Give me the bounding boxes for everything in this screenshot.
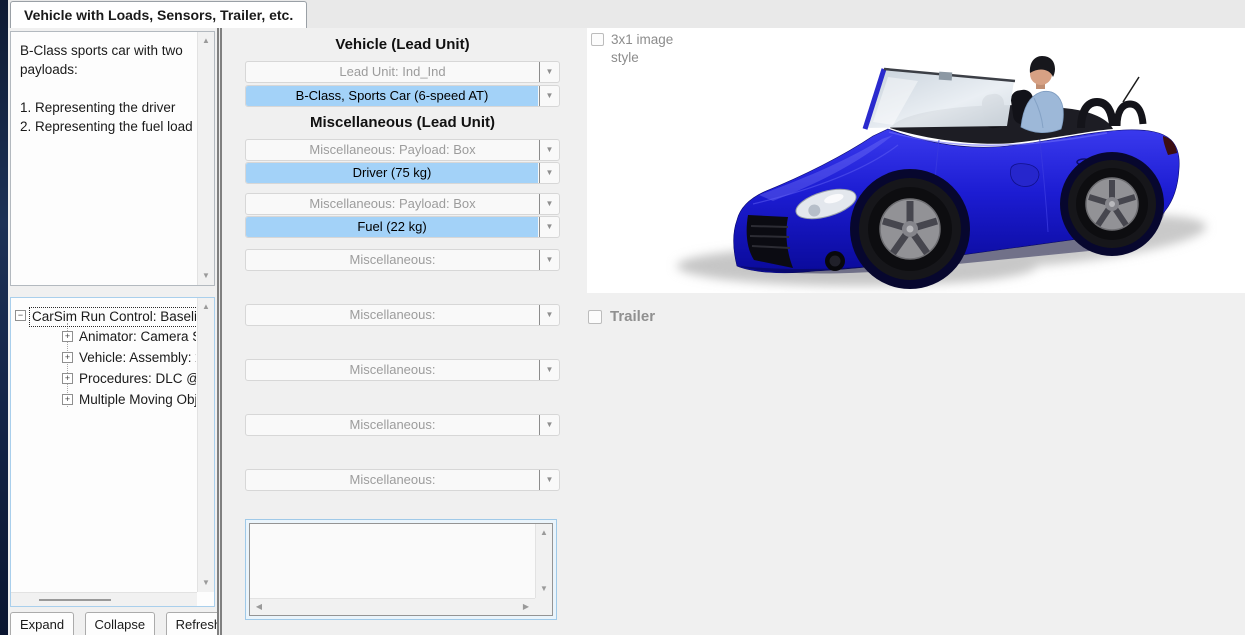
note-line: payloads: <box>20 60 192 79</box>
run-control-tree-panel[interactable]: − CarSim Run Control: Baseli + Animator:… <box>10 297 215 607</box>
field-misc2-fuel[interactable]: Fuel (22 kg) ▼ <box>245 216 560 238</box>
dropdown-arrow-icon[interactable]: ▼ <box>540 415 559 435</box>
field-misc5[interactable]: Miscellaneous: ▼ <box>245 359 560 381</box>
scroll-down-icon[interactable]: ▼ <box>198 575 214 591</box>
field-misc6[interactable]: Miscellaneous: ▼ <box>245 414 560 436</box>
tree-scrollbar-horizontal[interactable] <box>11 592 197 606</box>
memo-scrollbar-vertical[interactable]: ▲ ▼ <box>535 524 552 598</box>
column-splitter[interactable] <box>217 28 222 635</box>
scroll-down-icon[interactable]: ▼ <box>536 581 552 597</box>
field-value: Miscellaneous: <box>246 470 539 490</box>
memo-box-focus-frame: ▲ ▼ ◀ ▶ <box>245 519 557 620</box>
expand-button[interactable]: Expand <box>10 612 74 635</box>
tab-vehicle-screen[interactable]: Vehicle with Loads, Sensors, Trailer, et… <box>10 1 307 28</box>
note-line: 2. Representing the fuel load <box>20 117 192 136</box>
notes-scrollbar[interactable]: ▲ ▼ <box>197 32 214 285</box>
memo-textarea[interactable]: ▲ ▼ ◀ ▶ <box>249 523 553 616</box>
field-lead-unit[interactable]: Lead Unit: Ind_Ind ▼ <box>245 61 560 83</box>
field-value: Lead Unit: Ind_Ind <box>246 62 539 82</box>
field-value: Miscellaneous: <box>246 250 539 270</box>
note-line: B-Class sports car with two <box>20 41 192 60</box>
dropdown-arrow-icon[interactable]: ▼ <box>540 140 559 160</box>
field-misc2-category[interactable]: Miscellaneous: Payload: Box ▼ <box>245 193 560 215</box>
refresh-button[interactable]: Refresh <box>166 612 219 635</box>
dropdown-arrow-icon[interactable]: ▼ <box>540 62 559 82</box>
field-value: Driver (75 kg) <box>246 163 538 183</box>
dropdown-arrow-icon[interactable]: ▼ <box>540 86 559 106</box>
misc-section-heading: Miscellaneous (Lead Unit) <box>245 114 560 134</box>
field-misc3[interactable]: Miscellaneous: ▼ <box>245 249 560 271</box>
note-line <box>20 79 192 98</box>
dropdown-arrow-icon[interactable]: ▼ <box>540 360 559 380</box>
field-vehicle-dataset[interactable]: B-Class, Sports Car (6-speed AT) ▼ <box>245 85 560 107</box>
note-line: 1. Representing the driver <box>20 98 192 117</box>
dropdown-arrow-icon[interactable]: ▼ <box>540 250 559 270</box>
tree-item-label[interactable]: Multiple Moving Objects <box>77 391 196 409</box>
scroll-up-icon[interactable]: ▲ <box>198 299 214 315</box>
field-value: Fuel (22 kg) <box>246 217 538 237</box>
field-value: Miscellaneous: <box>246 305 539 325</box>
scrollbar-thumb[interactable] <box>39 599 111 601</box>
scroll-down-icon[interactable]: ▼ <box>198 268 214 284</box>
field-misc4[interactable]: Miscellaneous: ▼ <box>245 304 560 326</box>
field-value: Miscellaneous: Payload: Box <box>246 194 539 214</box>
tree-expand-icon[interactable]: + <box>62 373 73 384</box>
tree-collapse-icon[interactable]: − <box>15 310 26 321</box>
tree-root-label[interactable]: CarSim Run Control: Baseli <box>29 307 196 327</box>
tree-buttons-row: Expand Collapse Refresh Reset <box>10 612 219 635</box>
scroll-left-icon[interactable]: ◀ <box>252 599 266 615</box>
tree-item-label[interactable]: Animator: Camera Setup <box>77 328 196 346</box>
tree-scrollbar-vertical[interactable]: ▲ ▼ <box>197 298 214 592</box>
field-misc7[interactable]: Miscellaneous: ▼ <box>245 469 560 491</box>
trailer-checkbox[interactable] <box>588 310 602 324</box>
tree-expand-icon[interactable]: + <box>62 352 73 363</box>
image-style-label: style <box>611 50 639 65</box>
scroll-right-icon[interactable]: ▶ <box>519 599 533 615</box>
scrollbar-corner <box>535 598 552 615</box>
vehicle-image <box>587 28 1245 293</box>
tab-strip: Vehicle with Loads, Sensors, Trailer, et… <box>8 0 1245 28</box>
collapse-button[interactable]: Collapse <box>85 612 156 635</box>
tree-item-label[interactable]: Vehicle: Assembly: xin <box>77 349 196 367</box>
vehicle-image-panel: 3x1 image style <box>587 28 1245 293</box>
memo-scrollbar-horizontal[interactable]: ◀ ▶ <box>250 598 535 615</box>
dropdown-arrow-icon[interactable]: ▼ <box>540 217 559 237</box>
notes-text: B-Class sports car with two payloads: 1.… <box>20 41 192 136</box>
tree-expand-icon[interactable]: + <box>62 331 73 342</box>
field-value: Miscellaneous: <box>246 360 539 380</box>
dropdown-arrow-icon[interactable]: ▼ <box>540 470 559 490</box>
field-misc1-category[interactable]: Miscellaneous: Payload: Box ▼ <box>245 139 560 161</box>
image-style-checkbox[interactable] <box>591 33 604 46</box>
dropdown-arrow-icon[interactable]: ▼ <box>540 305 559 325</box>
field-value: B-Class, Sports Car (6-speed AT) <box>246 86 538 106</box>
dropdown-arrow-icon[interactable]: ▼ <box>540 163 559 183</box>
dropdown-arrow-icon[interactable]: ▼ <box>540 194 559 214</box>
trailer-label: Trailer <box>610 308 655 325</box>
vehicle-section-heading: Vehicle (Lead Unit) <box>245 36 560 56</box>
image-style-label: 3x1 image <box>611 32 673 47</box>
field-value: Miscellaneous: Payload: Box <box>246 140 539 160</box>
scroll-up-icon[interactable]: ▲ <box>536 525 552 541</box>
tree-expand-icon[interactable]: + <box>62 394 73 405</box>
scroll-up-icon[interactable]: ▲ <box>198 33 214 49</box>
notes-panel[interactable]: B-Class sports car with two payloads: 1.… <box>10 31 215 286</box>
tree-content: − CarSim Run Control: Baseli + Animator:… <box>11 304 196 590</box>
field-misc1-driver[interactable]: Driver (75 kg) ▼ <box>245 162 560 184</box>
tree-item-label[interactable]: Procedures: DLC @ 120 <box>77 370 196 388</box>
field-value: Miscellaneous: <box>246 415 539 435</box>
desktop-background-strip <box>0 0 8 635</box>
